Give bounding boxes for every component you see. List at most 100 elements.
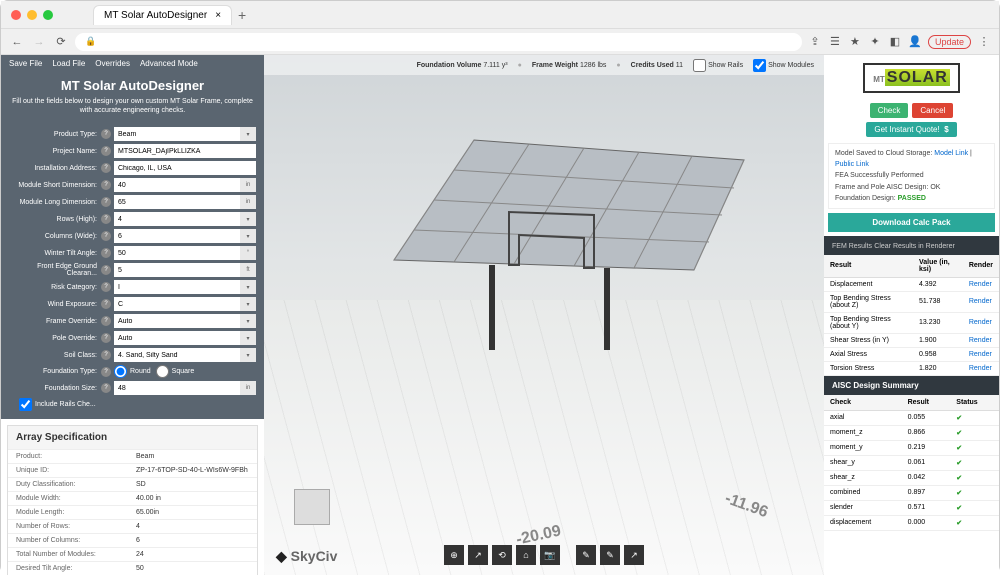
viewport-tool-5[interactable] bbox=[564, 545, 572, 565]
help-icon[interactable]: ? bbox=[101, 350, 111, 360]
dropdown-icon[interactable]: ▾ bbox=[240, 280, 256, 294]
show-modules-toggle[interactable]: Show Modules bbox=[753, 59, 814, 72]
render-link[interactable]: Render bbox=[963, 291, 999, 312]
viewport-tool-1[interactable]: ↗ bbox=[468, 545, 488, 565]
input-foundationsize[interactable] bbox=[114, 381, 240, 395]
input-soilclass[interactable] bbox=[114, 348, 240, 362]
help-icon[interactable]: ? bbox=[101, 163, 111, 173]
maximize-window-icon[interactable] bbox=[43, 10, 53, 20]
fv-label: Foundation Volume bbox=[417, 62, 482, 69]
input-projectname[interactable] bbox=[114, 144, 256, 158]
share-icon[interactable]: ⇪ bbox=[808, 35, 822, 48]
radio-square[interactable]: Square bbox=[156, 365, 195, 378]
menu-icon[interactable]: ⋮ bbox=[977, 35, 991, 48]
help-icon[interactable]: ? bbox=[101, 265, 111, 275]
blocker-icon[interactable]: ◧ bbox=[888, 35, 902, 48]
render-link[interactable]: Render bbox=[963, 361, 999, 375]
app-title: MT Solar AutoDesigner bbox=[11, 78, 254, 93]
field-label: Foundation Size: bbox=[9, 385, 101, 392]
help-icon[interactable]: ? bbox=[101, 299, 111, 309]
table-row: combined0.897✔ bbox=[824, 485, 999, 500]
input-frameoverride[interactable] bbox=[114, 314, 240, 328]
solar-frame-model bbox=[334, 120, 754, 360]
view-cube[interactable] bbox=[294, 489, 330, 525]
minimize-window-icon[interactable] bbox=[27, 10, 37, 20]
help-icon[interactable]: ? bbox=[101, 146, 111, 156]
menu-save-file[interactable]: Save File bbox=[9, 59, 42, 68]
field-label: Module Short Dimension: bbox=[9, 182, 101, 189]
input-rowshigh[interactable] bbox=[114, 212, 240, 226]
viewport-tool-6[interactable]: ✎ bbox=[576, 545, 596, 565]
viewport-canvas[interactable]: -20.09 -11.96 ◆ SkyCiv ⊕↗⟲⌂📷✎✎↗ bbox=[264, 75, 824, 575]
menu-advanced-mode[interactable]: Advanced Mode bbox=[140, 59, 198, 68]
dropdown-icon[interactable]: ▾ bbox=[240, 212, 256, 226]
dropdown-icon[interactable]: ▾ bbox=[240, 127, 256, 141]
cancel-button[interactable]: Cancel bbox=[912, 103, 953, 118]
check-button[interactable]: Check bbox=[870, 103, 909, 118]
spec-row: Module Width:40.00 in bbox=[8, 491, 257, 505]
help-icon[interactable]: ? bbox=[101, 333, 111, 343]
update-button[interactable]: Update bbox=[928, 35, 971, 49]
show-rails-toggle[interactable]: Show Rails bbox=[693, 59, 743, 72]
help-icon[interactable]: ? bbox=[101, 197, 111, 207]
browser-tab[interactable]: MT Solar AutoDesigner × bbox=[93, 5, 232, 25]
input-installationaddress[interactable] bbox=[114, 161, 256, 175]
input-wintertiltangle[interactable] bbox=[114, 246, 240, 260]
url-field[interactable]: 🔒 bbox=[75, 33, 802, 51]
help-icon[interactable]: ? bbox=[101, 367, 111, 377]
input-windexposure[interactable] bbox=[114, 297, 240, 311]
dropdown-icon[interactable]: ▾ bbox=[240, 331, 256, 345]
download-calc-button[interactable]: Download Calc Pack bbox=[828, 213, 995, 232]
menu-overrides[interactable]: Overrides bbox=[95, 59, 130, 68]
link-model-link[interactable]: Model Link bbox=[934, 150, 968, 157]
viewport-tool-2[interactable]: ⟲ bbox=[492, 545, 512, 565]
close-window-icon[interactable] bbox=[11, 10, 21, 20]
include-rails-checkbox[interactable]: Include Rails Che... bbox=[9, 398, 256, 411]
field-label: Front Edge Ground Clearan... bbox=[9, 263, 101, 277]
close-tab-icon[interactable]: × bbox=[215, 10, 221, 21]
status-notices: Model Saved to Cloud Storage: Model Link… bbox=[828, 143, 995, 209]
input-poleoverride[interactable] bbox=[114, 331, 240, 345]
new-tab-button[interactable]: + bbox=[238, 7, 246, 23]
input-producttype[interactable] bbox=[114, 127, 240, 141]
link-public-link[interactable]: Public Link bbox=[835, 161, 869, 168]
render-link[interactable]: Render bbox=[963, 312, 999, 333]
avatar-icon[interactable]: 👤 bbox=[908, 35, 922, 48]
right-sidebar: MTSOLAR Check Cancel Get Instant Quote! … bbox=[824, 55, 999, 575]
reload-button[interactable]: ⟳ bbox=[53, 35, 69, 48]
dropdown-icon[interactable]: ▾ bbox=[240, 348, 256, 362]
dropdown-icon[interactable]: ▾ bbox=[240, 314, 256, 328]
dropdown-icon[interactable]: ▾ bbox=[240, 297, 256, 311]
help-icon[interactable]: ? bbox=[101, 383, 111, 393]
help-icon[interactable]: ? bbox=[101, 180, 111, 190]
viewport-tool-7[interactable]: ✎ bbox=[600, 545, 620, 565]
input-moduleshortdimension[interactable] bbox=[114, 178, 240, 192]
viewport-tool-0[interactable]: ⊕ bbox=[444, 545, 464, 565]
help-icon[interactable]: ? bbox=[101, 316, 111, 326]
render-link[interactable]: Render bbox=[963, 347, 999, 361]
viewport-3d[interactable]: Foundation Volume 7.111 y³ ● Frame Weigh… bbox=[264, 55, 824, 575]
input-columnswide[interactable] bbox=[114, 229, 240, 243]
input-modulelongdimension[interactable] bbox=[114, 195, 240, 209]
dropdown-icon[interactable]: ▾ bbox=[240, 229, 256, 243]
bookmark-icon[interactable]: ★ bbox=[848, 35, 862, 48]
help-icon[interactable]: ? bbox=[101, 214, 111, 224]
input-riskcategory[interactable] bbox=[114, 280, 240, 294]
radio-round[interactable]: Round bbox=[114, 365, 151, 378]
render-link[interactable]: Render bbox=[963, 277, 999, 291]
viewport-tool-3[interactable]: ⌂ bbox=[516, 545, 536, 565]
puzzle-icon[interactable]: ✦ bbox=[868, 35, 882, 48]
help-icon[interactable]: ? bbox=[101, 282, 111, 292]
render-link[interactable]: Render bbox=[963, 333, 999, 347]
viewport-tool-4[interactable]: 📷 bbox=[540, 545, 560, 565]
help-icon[interactable]: ? bbox=[101, 129, 111, 139]
help-icon[interactable]: ? bbox=[101, 248, 111, 258]
forward-button[interactable]: → bbox=[31, 36, 47, 48]
input-frontedgegroundclearan[interactable] bbox=[114, 263, 240, 277]
extension-icon[interactable]: ☰ bbox=[828, 35, 842, 48]
menu-load-file[interactable]: Load File bbox=[52, 59, 85, 68]
back-button[interactable]: ← bbox=[9, 36, 25, 48]
viewport-tool-8[interactable]: ↗ bbox=[624, 545, 644, 565]
help-icon[interactable]: ? bbox=[101, 231, 111, 241]
quote-button[interactable]: Get Instant Quote! $ bbox=[866, 122, 956, 137]
